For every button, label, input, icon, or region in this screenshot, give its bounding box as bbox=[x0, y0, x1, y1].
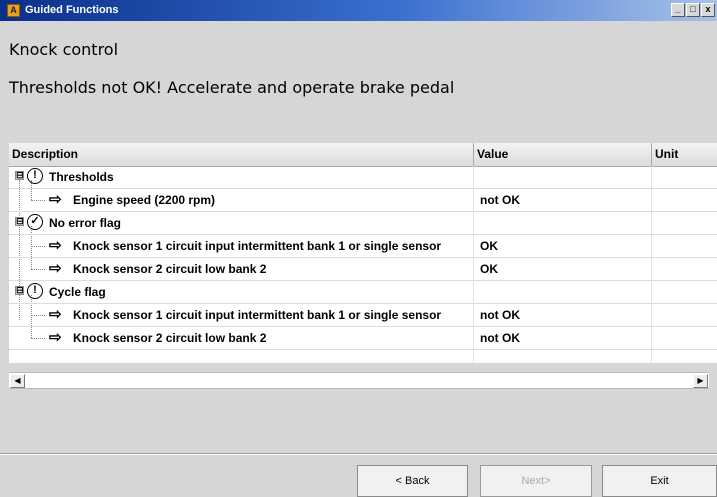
arrow-right-icon: ⇨ bbox=[49, 237, 62, 254]
row-description: Knock sensor 2 circuit low bank 2 bbox=[73, 331, 267, 345]
column-header-description[interactable]: Description bbox=[9, 143, 473, 166]
collapse-toggle-icon[interactable]: ⊟ bbox=[15, 171, 24, 180]
row-description: Thresholds bbox=[49, 170, 114, 184]
results-table: Description Value Unit ⊟ ! Thresholds ⇨ … bbox=[9, 143, 717, 363]
row-value bbox=[473, 212, 480, 234]
row-value: not OK bbox=[480, 331, 520, 345]
instruction-text: Thresholds not OK! Accelerate and operat… bbox=[9, 78, 455, 97]
scroll-right-icon[interactable]: ▶ bbox=[693, 374, 708, 388]
arrow-right-icon: ⇨ bbox=[49, 260, 62, 277]
warning-icon: ! bbox=[27, 283, 43, 299]
row-description: Engine speed (2200 rpm) bbox=[73, 193, 216, 207]
warning-icon: ! bbox=[27, 168, 43, 184]
column-line bbox=[651, 166, 652, 363]
title-bar: A Guided Functions _ □ x bbox=[0, 0, 717, 21]
table-row-group-cycle-flag[interactable]: ⊟ ! Cycle flag bbox=[9, 281, 717, 304]
column-line bbox=[473, 166, 474, 363]
arrow-right-icon: ⇨ bbox=[49, 329, 62, 346]
row-value: not OK bbox=[480, 308, 520, 322]
column-header-unit[interactable]: Unit bbox=[652, 143, 717, 166]
table-header: Description Value Unit bbox=[9, 143, 717, 167]
column-header-value[interactable]: Value bbox=[474, 143, 651, 166]
row-description: Cycle flag bbox=[49, 285, 106, 299]
exit-button[interactable]: Exit bbox=[602, 465, 717, 497]
window-title: Guided Functions bbox=[25, 4, 119, 16]
row-description: Knock sensor 1 circuit input intermitten… bbox=[73, 239, 442, 253]
scroll-left-icon[interactable]: ◀ bbox=[10, 374, 25, 388]
row-value: not OK bbox=[480, 193, 520, 207]
maximize-button[interactable]: □ bbox=[686, 3, 700, 17]
close-button[interactable]: x bbox=[701, 3, 715, 17]
row-description: Knock sensor 1 circuit input intermitten… bbox=[73, 308, 442, 322]
row-value: OK bbox=[480, 262, 498, 276]
window-controls: _ □ x bbox=[671, 3, 715, 17]
table-row[interactable]: ⇨ Knock sensor 2 circuit low bank 2 not … bbox=[9, 327, 717, 350]
footer-divider bbox=[0, 453, 717, 455]
row-value bbox=[473, 281, 480, 303]
check-icon: ✓ bbox=[27, 214, 43, 230]
row-description: No error flag bbox=[49, 216, 122, 230]
arrow-right-icon: ⇨ bbox=[49, 191, 62, 208]
minimize-button[interactable]: _ bbox=[671, 3, 685, 17]
table-row[interactable]: ⇨ Knock sensor 2 circuit low bank 2 OK bbox=[9, 258, 717, 281]
table-row[interactable]: ⇨ Knock sensor 1 circuit input intermitt… bbox=[9, 304, 717, 327]
back-button[interactable]: < Back bbox=[357, 465, 468, 497]
row-description: Knock sensor 2 circuit low bank 2 bbox=[73, 262, 267, 276]
collapse-toggle-icon[interactable]: ⊟ bbox=[15, 286, 24, 295]
row-value bbox=[473, 166, 480, 188]
arrow-right-icon: ⇨ bbox=[49, 306, 62, 323]
row-value: OK bbox=[480, 239, 498, 253]
table-row-group-thresholds[interactable]: ⊟ ! Thresholds bbox=[9, 166, 717, 189]
page-title: Knock control bbox=[9, 40, 119, 59]
table-row-group-no-error-flag[interactable]: ⊟ ✓ No error flag bbox=[9, 212, 717, 235]
collapse-toggle-icon[interactable]: ⊟ bbox=[15, 217, 24, 226]
app-icon: A bbox=[7, 4, 20, 17]
table-row[interactable]: ⇨ Knock sensor 1 circuit input intermitt… bbox=[9, 235, 717, 258]
next-button[interactable]: Next> bbox=[480, 465, 592, 497]
table-row[interactable]: ⇨ Engine speed (2200 rpm) not OK bbox=[9, 189, 717, 212]
horizontal-scrollbar[interactable]: ◀ ▶ bbox=[9, 372, 709, 389]
